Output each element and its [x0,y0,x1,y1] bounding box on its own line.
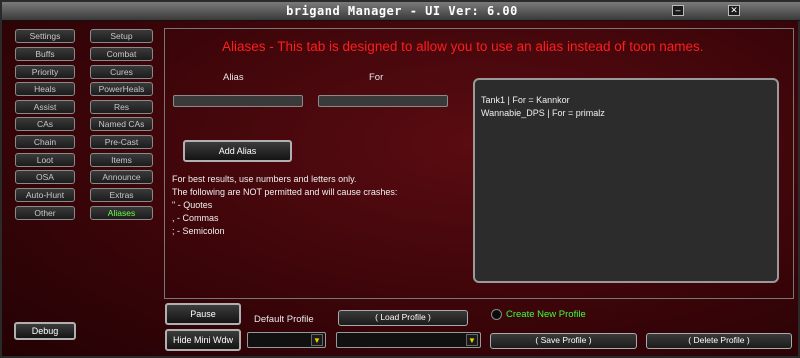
minimize-icon[interactable]: – [672,5,684,16]
alias-input[interactable] [173,95,303,107]
instruction-line: For best results, use numbers and letter… [172,174,357,184]
instruction-line: , - Commas [172,213,219,223]
tab-buffs[interactable]: Buffs [15,47,75,61]
delete-profile-button[interactable]: ( Delete Profile ) [646,333,792,349]
alias-list[interactable]: Tank1 | For = Kannkor Wannabie_DPS | For… [473,78,779,283]
chevron-down-icon[interactable]: ▼ [466,334,478,346]
tab-cures[interactable]: Cures [90,65,153,79]
tab-priority[interactable]: Priority [15,65,75,79]
save-profile-button[interactable]: ( Save Profile ) [490,333,637,349]
list-item[interactable]: Tank1 | For = Kannkor [481,94,771,107]
alias-label: Alias [223,72,244,83]
tab-items[interactable]: Items [90,153,153,167]
instruction-line: The following are NOT permitted and will… [172,187,398,197]
tab-settings[interactable]: Settings [15,29,75,43]
tab-announce[interactable]: Announce [90,170,153,184]
for-input[interactable] [318,95,448,107]
tab-heals[interactable]: Heals [15,82,75,96]
list-item[interactable]: Wannabie_DPS | For = primalz [481,107,771,120]
tab-osa[interactable]: OSA [15,170,75,184]
title-bar[interactable]: brigand Manager - UI Ver: 6.00 – ✕ [2,2,800,21]
tab-powerheals[interactable]: PowerHeals [90,82,153,96]
tab-combat[interactable]: Combat [90,47,153,61]
tab-setup[interactable]: Setup [90,29,153,43]
add-alias-button[interactable]: Add Alias [183,140,292,162]
brigand-manager-window: brigand Manager - UI Ver: 6.00 – ✕ Setti… [0,0,800,358]
tab-auto-hunt[interactable]: Auto-Hunt [15,188,75,202]
tab-pre-cast[interactable]: Pre-Cast [90,135,153,149]
tab-named-cas[interactable]: Named CAs [90,117,153,131]
chevron-down-icon[interactable]: ▼ [311,334,323,346]
create-new-profile-radio[interactable] [491,309,502,320]
pause-button[interactable]: Pause [165,303,241,325]
alias-instructions: For best results, use numbers and letter… [172,173,397,238]
tab-extras[interactable]: Extras [90,188,153,202]
for-label: For [369,72,384,83]
hide-mini-window-button[interactable]: Hide Mini Wdw [165,329,241,351]
debug-button[interactable]: Debug [14,322,76,340]
tab-other[interactable]: Other [15,206,75,220]
default-profile-label: Default Profile [254,314,314,325]
tab-assist[interactable]: Assist [15,100,75,114]
close-icon[interactable]: ✕ [728,5,740,16]
instruction-line: ; - Semicolon [172,226,225,236]
page-title: Aliases - This tab is designed to allow … [222,39,704,54]
create-new-profile-label[interactable]: Create New Profile [506,309,586,320]
tab-chain[interactable]: Chain [15,135,75,149]
load-profile-button[interactable]: ( Load Profile ) [338,310,468,326]
default-profile-select[interactable]: ▼ [247,332,326,348]
tab-aliases[interactable]: Aliases [90,206,153,220]
tab-res[interactable]: Res [90,100,153,114]
profile-select[interactable]: ▼ [336,332,481,348]
tab-cas[interactable]: CAs [15,117,75,131]
instruction-line: " - Quotes [172,200,213,210]
tab-loot[interactable]: Loot [15,153,75,167]
